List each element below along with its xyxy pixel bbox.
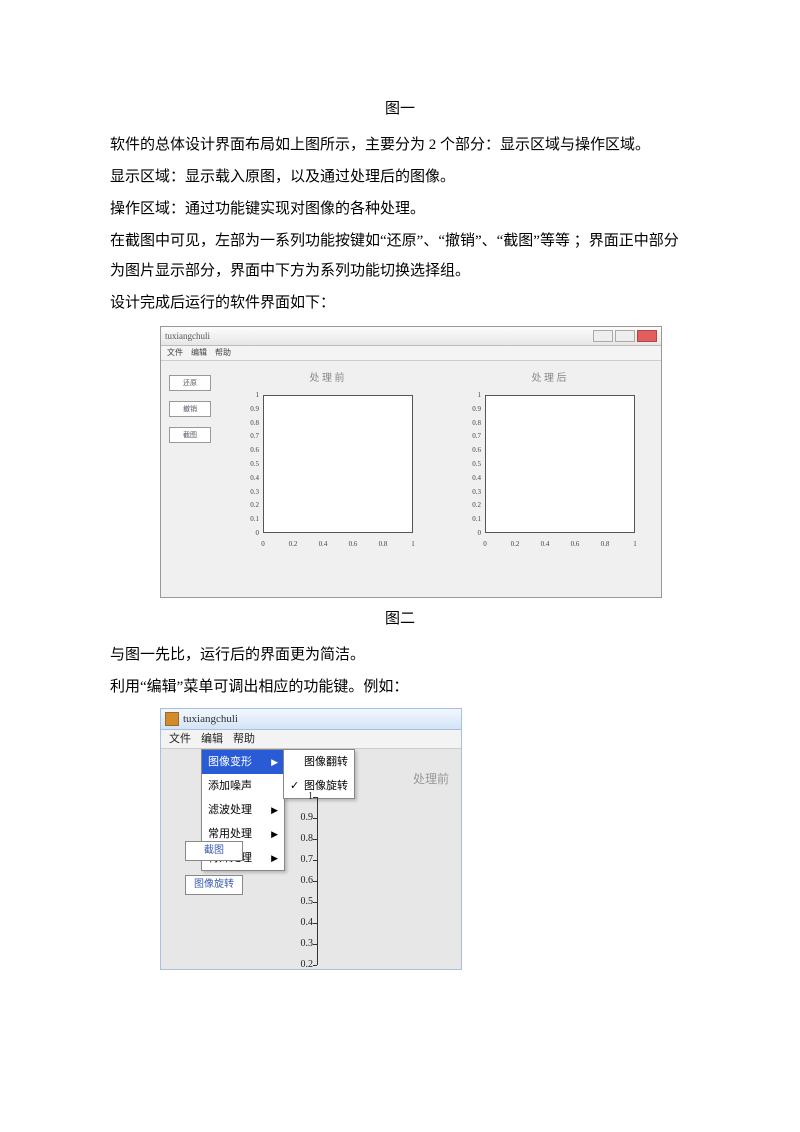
paragraph-4: 在截图中可见，左部为一系列功能按键如“还原”、“撤销”、“截图”等等 ；界面正中… <box>110 226 690 286</box>
x-tick-label: 0 <box>483 537 487 551</box>
maximize-icon[interactable] <box>615 330 635 342</box>
y-tick-label: 1 <box>287 787 313 807</box>
y-tick-label: 0.7 <box>237 429 259 443</box>
menu-edit[interactable]: 编辑 <box>191 345 207 361</box>
menu-edit[interactable]: 编辑 <box>201 728 223 750</box>
y-tick-label: 0.8 <box>287 829 313 849</box>
y-tick-label: 0.7 <box>459 429 481 443</box>
submenu-arrow-icon: ▶ <box>271 849 278 867</box>
window-controls <box>593 330 657 342</box>
plot-after: 处 理 后 10.90.80.70.60.50.40.30.20.1000.20… <box>445 369 653 579</box>
y-tick-label: 0.5 <box>237 457 259 471</box>
x-tick-label: 0.8 <box>601 537 610 551</box>
y-tick-label: 0.1 <box>237 512 259 526</box>
window-title: tuxiangchuli <box>165 327 210 345</box>
plot-before-title: 处 理 前 <box>310 369 345 389</box>
x-tick-label: 1 <box>633 537 637 551</box>
y-tick-label: 0.2 <box>287 955 313 975</box>
paragraph-2: 显示区域：显示载入原图，以及通过处理后的图像。 <box>110 162 690 192</box>
y-tick-label: 1 <box>237 388 259 402</box>
y-tick-label: 0.8 <box>237 416 259 430</box>
restore-button[interactable]: 还原 <box>169 375 211 391</box>
menu-item-image-transform[interactable]: 图像变形 ▶ <box>202 750 284 774</box>
paragraph-5: 设计完成后运行的软件界面如下： <box>110 288 690 318</box>
y-tick-label: 0.5 <box>287 892 313 912</box>
x-tick-label: 0.6 <box>571 537 580 551</box>
paragraph-7: 利用“编辑”菜单可调出相应的功能键。例如： <box>110 672 690 702</box>
submenu-arrow-icon: ▶ <box>271 825 278 843</box>
y-tick-label: 0.3 <box>459 485 481 499</box>
menu-help[interactable]: 帮助 <box>215 345 231 361</box>
app-icon <box>165 712 179 726</box>
menu-item-label: 添加噪声 <box>208 775 252 797</box>
x-tick-label: 0.2 <box>289 537 298 551</box>
sidebar: 还原 撤销 截图 <box>169 369 213 579</box>
rotate-button[interactable]: 图像旋转 <box>185 875 243 895</box>
close-icon[interactable] <box>637 330 657 342</box>
y-tick-label: 0 <box>459 526 481 540</box>
x-tick-label: 0.2 <box>511 537 520 551</box>
y-tick-label: 0.6 <box>287 871 313 891</box>
y-tick-label: 0.1 <box>459 512 481 526</box>
y-tick-label: 0 <box>237 526 259 540</box>
menu-item-filter[interactable]: 滤波处理 ▶ <box>202 798 284 822</box>
y-tick-label: 0.3 <box>237 485 259 499</box>
plot-axis: 10.90.80.70.60.50.40.30.2 <box>287 797 455 965</box>
y-tick-label: 0.3 <box>287 934 313 954</box>
y-tick-label: 0.7 <box>287 850 313 870</box>
menu-file[interactable]: 文件 <box>167 345 183 361</box>
submenu-item-flip[interactable]: 图像翻转 <box>284 750 354 774</box>
x-tick-label: 1 <box>411 537 415 551</box>
y-tick-label: 0.6 <box>237 443 259 457</box>
x-tick-label: 0 <box>261 537 265 551</box>
menu-item-label: 图像变形 <box>208 751 252 773</box>
menu-help[interactable]: 帮助 <box>233 728 255 750</box>
y-tick-label: 0.4 <box>287 913 313 933</box>
menubar: 文件 编辑 帮助 <box>161 346 661 361</box>
screenshot-button[interactable]: 截图 <box>169 427 211 443</box>
y-tick-label: 0.9 <box>237 402 259 416</box>
menubar: 文件 编辑 帮助 <box>161 730 461 749</box>
x-tick-label: 0.4 <box>541 537 550 551</box>
y-tick-label: 0.2 <box>237 498 259 512</box>
undo-button[interactable]: 撤销 <box>169 401 211 417</box>
figure2-caption: 图二 <box>110 604 690 634</box>
submenu-arrow-icon: ▶ <box>271 753 278 771</box>
y-tick-label: 0.9 <box>459 402 481 416</box>
window-titlebar: tuxiangchuli <box>161 327 661 346</box>
sidebar-buttons: 截图 图像旋转 <box>185 841 243 895</box>
plot-before-axes <box>263 395 413 533</box>
menu-item-label: 滤波处理 <box>208 799 252 821</box>
x-tick-label: 0.6 <box>349 537 358 551</box>
y-tick-label: 1 <box>459 388 481 402</box>
y-tick-label: 0.4 <box>237 471 259 485</box>
figure2-screenshot: tuxiangchuli 文件 编辑 帮助 还原 撤销 截图 处 理 前 <box>160 326 690 598</box>
window-titlebar: tuxiangchuli <box>161 709 461 730</box>
plot-after-title: 处 理 后 <box>532 369 567 389</box>
y-tick-label: 0.4 <box>459 471 481 485</box>
paragraph-1: 软件的总体设计界面布局如上图所示，主要分为 2 个部分：显示区域与操作区域。 <box>110 130 690 160</box>
figure1-caption: 图一 <box>110 94 690 124</box>
x-tick-label: 0.8 <box>379 537 388 551</box>
plot-after-axes <box>485 395 635 533</box>
paragraph-3: 操作区域：通过功能键实现对图像的各种处理。 <box>110 194 690 224</box>
window-title: tuxiangchuli <box>183 708 238 730</box>
minimize-icon[interactable] <box>593 330 613 342</box>
screenshot-button[interactable]: 截图 <box>185 841 243 861</box>
y-axis-line <box>317 797 318 965</box>
submenu-arrow-icon: ▶ <box>271 801 278 819</box>
plot-before: 处 理 前 10.90.80.70.60.50.40.30.20.1000.20… <box>223 369 431 579</box>
x-tick-label: 0.4 <box>319 537 328 551</box>
submenu-item-label: 图像翻转 <box>304 751 348 773</box>
plot-header-before: 处理前 <box>413 767 449 791</box>
menu-file[interactable]: 文件 <box>169 728 191 750</box>
y-tick-label: 0.9 <box>287 808 313 828</box>
figure3-screenshot: tuxiangchuli 文件 编辑 帮助 处理前 图像变形 ▶ 添加噪声 滤波处… <box>160 708 690 970</box>
menu-item-add-noise[interactable]: 添加噪声 <box>202 774 284 798</box>
y-tick-label: 0.6 <box>459 443 481 457</box>
paragraph-6: 与图一先比，运行后的界面更为简洁。 <box>110 640 690 670</box>
y-tick-label: 0.2 <box>459 498 481 512</box>
y-tick-label: 0.5 <box>459 457 481 471</box>
y-tick-label: 0.8 <box>459 416 481 430</box>
